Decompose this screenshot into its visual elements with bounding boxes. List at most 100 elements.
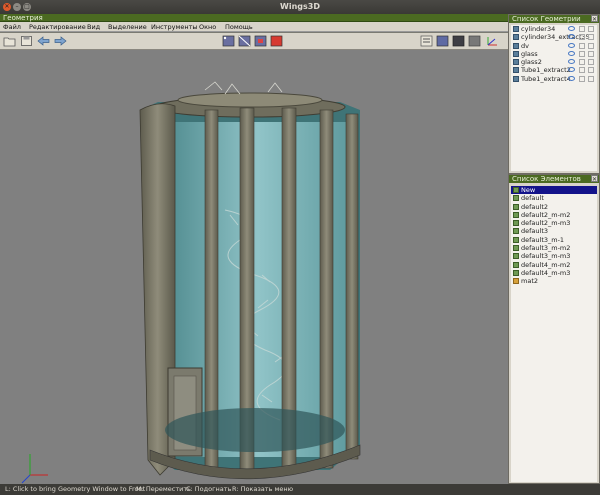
object-name: Tube1_extract2	[521, 66, 571, 75]
material-row[interactable]: default	[511, 194, 597, 202]
status-left-click-hint: L: Click to bring Geometry Window to Fro…	[5, 485, 146, 493]
menu-file[interactable]: Файл	[3, 23, 21, 31]
redo-arrow-icon[interactable]	[54, 35, 67, 47]
status-middle-click-hint: M: Переместить	[136, 485, 191, 493]
material-row[interactable]: default3_m-m2	[511, 244, 597, 252]
menu-select[interactable]: Выделение	[108, 23, 147, 31]
materials-panel: Список Элементов ✕ New default default2 def…	[508, 174, 600, 484]
geometry-list-close-button[interactable]: ✕	[591, 15, 598, 23]
materials-header[interactable]: Список Элементов ✕	[509, 175, 599, 183]
lock-icon[interactable]	[579, 50, 585, 57]
lock-icon[interactable]	[579, 59, 585, 66]
body-mode-icon[interactable]	[270, 35, 283, 47]
geometry-object-row[interactable]: Tube1_extract4	[511, 75, 597, 83]
material-name: default3_m-m3	[521, 252, 571, 261]
object-name: glass2	[521, 58, 542, 67]
material-row[interactable]: default4_m-m2	[511, 261, 597, 269]
lock-icon[interactable]	[579, 26, 585, 32]
menu-window[interactable]: Окно	[199, 23, 216, 31]
object-name: Tube1_extract4	[521, 74, 571, 83]
material-row[interactable]: default2_m-m2	[511, 211, 597, 219]
groundplane-icon[interactable]	[468, 35, 481, 47]
material-row[interactable]: default4_m-m3	[511, 269, 597, 277]
lock-icon[interactable]	[579, 34, 585, 41]
object-name: glass	[521, 49, 538, 58]
geometry-window: Геометрия Файл Редактирование Вид Выделе…	[0, 14, 508, 484]
geometry-object-list: cylinder34 cylinder34_extract35 dv glass gla…	[511, 25, 597, 171]
geometry-object-row[interactable]: dv	[511, 42, 597, 50]
axis-gizmo	[21, 454, 48, 484]
wireframe-icon[interactable]	[588, 50, 594, 57]
object-icon	[513, 59, 519, 66]
status-right-click-hint: R: Показать меню	[232, 485, 294, 493]
materials-close-button[interactable]: ✕	[591, 175, 598, 183]
lock-icon[interactable]	[579, 75, 585, 82]
material-swatch-icon	[513, 220, 519, 227]
geometry-object-row[interactable]: cylinder34_extract35	[511, 33, 597, 41]
visibility-eye-icon[interactable]	[568, 59, 575, 65]
material-name: default4_m-m3	[521, 268, 571, 277]
visibility-eye-icon[interactable]	[568, 42, 575, 48]
material-swatch-icon	[513, 253, 519, 260]
visibility-eye-icon[interactable]	[568, 50, 575, 56]
materials-title: Список Элементов	[512, 175, 581, 183]
material-name: default	[521, 194, 544, 203]
wireframe-icon[interactable]	[588, 26, 594, 32]
geometry-window-header[interactable]: Геометрия	[0, 14, 508, 22]
material-row[interactable]: default3	[511, 227, 597, 235]
object-icon	[513, 42, 519, 49]
smooth-preview-icon[interactable]	[436, 35, 449, 47]
material-name: default2	[521, 202, 549, 211]
geometry-object-row[interactable]: glass2	[511, 58, 597, 66]
workmode-icon[interactable]	[420, 35, 433, 47]
menu-view[interactable]: Вид	[87, 23, 100, 31]
object-name: dv	[521, 41, 529, 50]
axes-icon[interactable]	[486, 35, 499, 47]
3d-viewport[interactable]	[0, 50, 508, 484]
material-row[interactable]: default3_m-m3	[511, 252, 597, 260]
object-icon	[513, 26, 519, 32]
wireframe-icon[interactable]	[588, 67, 594, 74]
material-row[interactable]: default2	[511, 203, 597, 211]
wireframe-icon[interactable]	[588, 42, 594, 49]
open-folder-icon[interactable]	[3, 35, 16, 47]
undo-arrow-icon[interactable]	[37, 35, 50, 47]
visibility-eye-icon[interactable]	[568, 67, 575, 73]
material-name: default3_m-1	[521, 235, 565, 244]
vertex-mode-icon[interactable]	[222, 35, 235, 47]
menu-help[interactable]: Помощь	[225, 23, 253, 31]
material-name: default4_m-m2	[521, 260, 571, 269]
geometry-object-row[interactable]: cylinder34	[511, 25, 597, 33]
wireframe-icon[interactable]	[588, 34, 594, 41]
lock-icon[interactable]	[579, 67, 585, 74]
geometry-list-header[interactable]: Список Геометрии ✕	[509, 15, 599, 23]
wireframe-icon[interactable]	[588, 75, 594, 82]
menu-tools[interactable]: Инструменты	[151, 23, 198, 31]
material-row[interactable]: default3_m-1	[511, 236, 597, 244]
material-swatch-icon	[513, 203, 519, 210]
visibility-eye-icon[interactable]	[568, 75, 575, 81]
edge-mode-icon[interactable]	[238, 35, 251, 47]
geometry-list-title: Список Геометрии	[512, 15, 581, 23]
material-name: default3	[521, 227, 549, 236]
window-titlebar[interactable]: ✕ – □ Wings3D	[0, 0, 600, 14]
wireframe-icon[interactable]	[588, 59, 594, 66]
geometry-object-row[interactable]: glass	[511, 50, 597, 58]
material-row[interactable]: default2_m-m3	[511, 219, 597, 227]
material-swatch-icon	[513, 245, 519, 252]
material-swatch-icon	[513, 187, 519, 193]
lock-icon[interactable]	[579, 42, 585, 49]
material-row[interactable]: New	[511, 186, 597, 195]
face-mode-icon[interactable]	[254, 35, 267, 47]
object-icon	[513, 50, 519, 57]
material-swatch-icon	[513, 261, 519, 268]
visibility-eye-icon[interactable]	[568, 26, 575, 31]
menu-edit[interactable]: Редактирование	[29, 23, 86, 31]
save-icon[interactable]	[20, 35, 33, 47]
material-row[interactable]: mat2	[511, 277, 597, 285]
geometry-object-row[interactable]: Tube1_extract2	[511, 66, 597, 74]
material-name: default2_m-m2	[521, 210, 571, 219]
materials-list: New default default2 default2_m-m2 default2_…	[511, 186, 597, 482]
perspective-icon[interactable]	[452, 35, 465, 47]
material-name: default2_m-m3	[521, 219, 571, 228]
